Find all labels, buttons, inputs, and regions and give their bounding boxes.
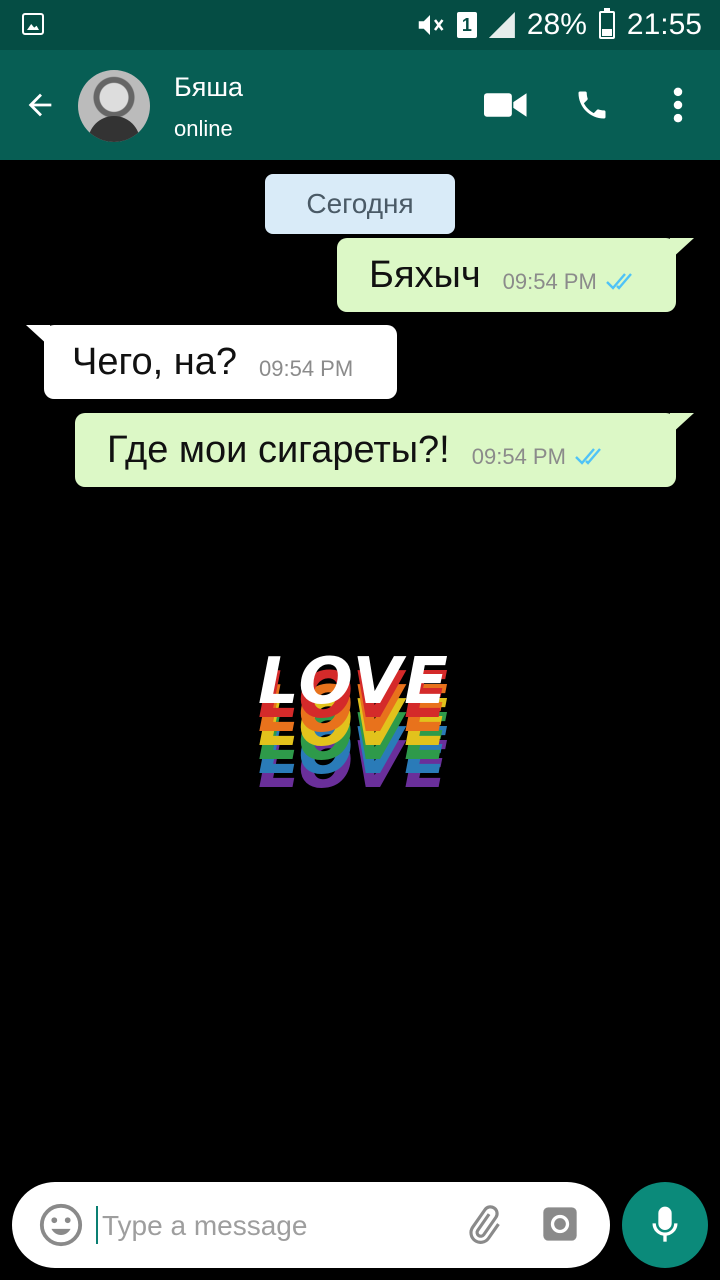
back-button[interactable] bbox=[18, 78, 62, 132]
message-text: Чего, на? bbox=[72, 340, 237, 383]
phone-icon bbox=[578, 91, 606, 119]
attach-icon[interactable] bbox=[462, 1204, 504, 1246]
sim-icon: 1 bbox=[456, 12, 477, 38]
video-call-button[interactable] bbox=[484, 80, 528, 130]
message-incoming[interactable]: Чего, на? 09:54 PM bbox=[44, 325, 397, 399]
gallery-notification-icon bbox=[22, 13, 44, 35]
message-composer bbox=[12, 1182, 610, 1268]
status-bar-right: 1 28% 21:55 bbox=[415, 0, 702, 50]
voice-record-button[interactable] bbox=[622, 1182, 708, 1268]
more-options-button[interactable] bbox=[664, 80, 692, 130]
love-layer-white: LOVE bbox=[258, 645, 450, 719]
message-time: 09:54 PM bbox=[259, 356, 354, 381]
date-divider: Сегодня bbox=[265, 174, 455, 234]
contact-status: online bbox=[174, 116, 233, 141]
status-bar: 1 28% 21:55 bbox=[0, 0, 720, 50]
signal-icon bbox=[488, 12, 515, 38]
wallpaper-love-art: LOVE LOVE LOVE LOVE LOVE LOVE LOVE bbox=[258, 650, 468, 810]
contact-name[interactable]: Бяша bbox=[174, 72, 243, 103]
battery-percent: 28% bbox=[526, 8, 587, 41]
message-outgoing[interactable]: Где мои сигареты?! 09:54 PM bbox=[75, 413, 676, 487]
battery-icon bbox=[598, 8, 615, 39]
read-ticks-icon bbox=[605, 273, 632, 290]
clock: 21:55 bbox=[626, 8, 702, 41]
avatar[interactable] bbox=[78, 70, 150, 142]
message-outgoing[interactable]: Бяхыч 09:54 PM bbox=[337, 238, 676, 312]
read-ticks-icon bbox=[575, 448, 601, 465]
message-time: 09:54 PM bbox=[471, 444, 566, 469]
chat-header: Бяша online bbox=[0, 50, 720, 160]
message-text: Бяхыч bbox=[369, 253, 481, 296]
chat-area[interactable]: Сегодня Бяхыч 09:54 PM Чего, на? 09:54 P… bbox=[0, 160, 720, 1170]
mute-icon bbox=[418, 15, 444, 35]
mic-icon bbox=[652, 1206, 678, 1242]
message-text: Где мои сигареты?! bbox=[107, 428, 450, 471]
text-caret bbox=[96, 1206, 98, 1244]
message-input[interactable] bbox=[100, 1200, 444, 1252]
video-call-icon bbox=[484, 93, 527, 117]
camera-icon[interactable] bbox=[540, 1204, 580, 1244]
voice-call-button[interactable] bbox=[570, 80, 614, 130]
message-time: 09:54 PM bbox=[502, 269, 597, 294]
more-vert-icon bbox=[673, 87, 683, 123]
emoji-icon[interactable] bbox=[38, 1202, 84, 1248]
back-arrow-icon bbox=[28, 93, 52, 117]
